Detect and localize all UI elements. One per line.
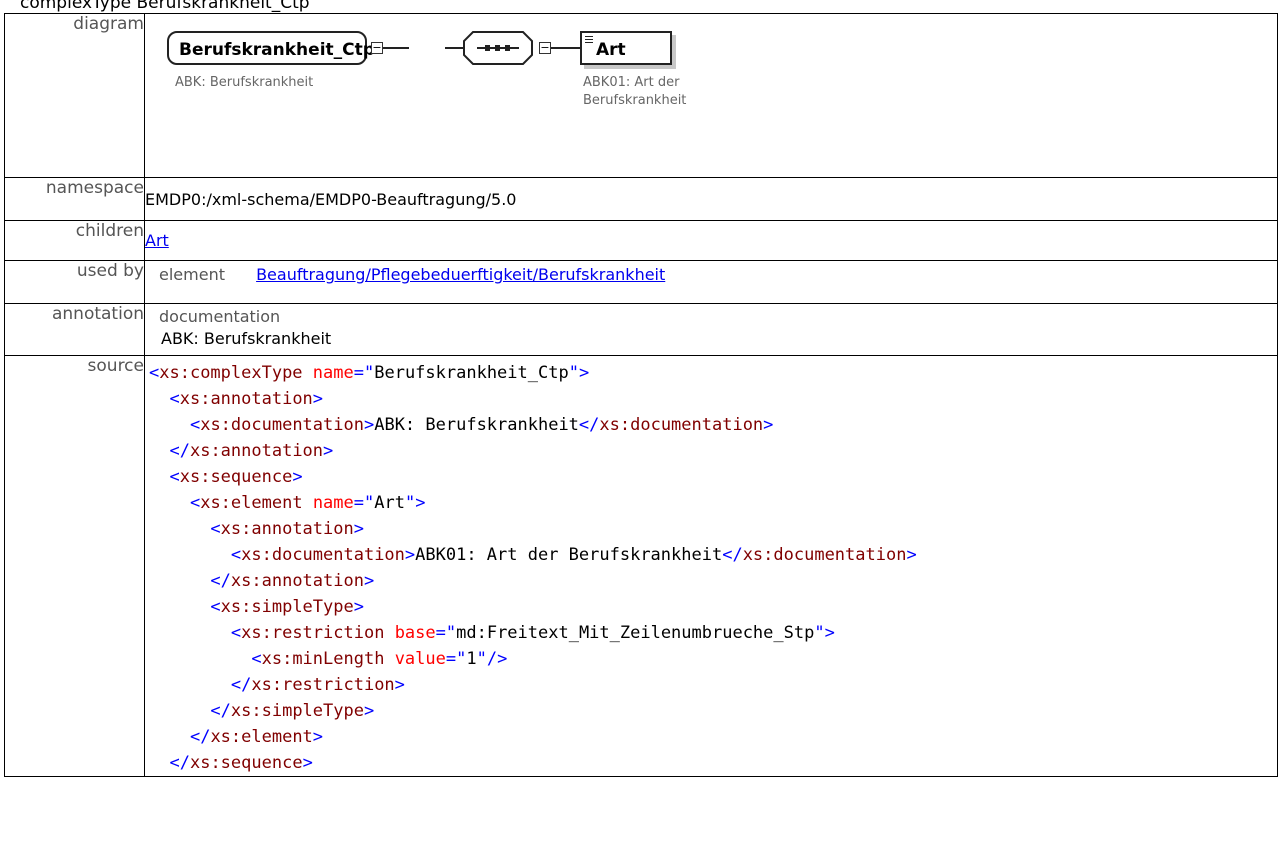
annotation-label: annotation <box>4 303 145 356</box>
children-cell: Art <box>144 220 1278 261</box>
connector-line <box>383 47 409 49</box>
child-link-art[interactable]: Art <box>145 231 169 250</box>
collapse-icon[interactable]: − <box>371 42 383 54</box>
child-caption: ABK01: Art der Berufskrankheit <box>583 74 686 110</box>
complex-type-node[interactable]: Berufskrankheit_Ctp <box>167 31 375 65</box>
annotation-text: ABK: Berufskrankheit <box>161 329 332 348</box>
namespace-label: namespace <box>4 177 145 221</box>
used-by-row: used by element Beauftragung/Pflegebedue… <box>4 260 1278 304</box>
schema-doc-table: diagram Berufskrankheit_Ctp − − Art ABK:… <box>4 13 1278 777</box>
diagram-row: diagram Berufskrankheit_Ctp − − Art ABK:… <box>4 13 1278 178</box>
collapse-icon[interactable]: − <box>539 42 551 54</box>
element-type-icon <box>585 36 593 45</box>
used-by-link[interactable]: Beauftragung/Pflegebeduerftigkeit/Berufs… <box>256 265 665 284</box>
connector-line <box>445 47 463 49</box>
connector-line <box>551 47 580 49</box>
sequence-icon <box>463 31 533 65</box>
source-line: </xs:restriction> <box>230 675 405 695</box>
used-by-kind: element <box>159 265 225 284</box>
annotation-row: annotation documentation ABK: Berufskran… <box>4 303 1278 356</box>
child-caption-line: Berufskrankheit <box>583 93 687 108</box>
source-line: <xs:annotation> <box>210 519 364 539</box>
diagram-label: diagram <box>4 13 145 178</box>
source-line: <xs:sequence> <box>169 467 303 487</box>
schema-diagram: Berufskrankheit_Ctp − − Art ABK: Berufsk… <box>145 14 1277 177</box>
children-label: children <box>4 220 145 261</box>
source-line: <xs:complexType name="Berufskrankheit_Ct… <box>149 363 590 383</box>
namespace-row: namespace EMDP0:/xml-schema/EMDP0-Beauft… <box>4 177 1278 221</box>
source-line: </xs:simpleType> <box>210 701 375 721</box>
source-line: </xs:annotation> <box>169 441 334 461</box>
used-by-label: used by <box>4 260 145 304</box>
source-line: <xs:minLength value="1"/> <box>251 649 508 669</box>
source-line: <xs:restriction base="md:Freitext_Mit_Ze… <box>230 623 835 643</box>
source-line: <xs:simpleType> <box>210 597 364 617</box>
used-by-cell: element Beauftragung/Pflegebeduerftigkei… <box>144 260 1278 304</box>
source-row: source <xs:complexType name="Berufskrank… <box>4 355 1278 777</box>
children-row: children Art <box>4 220 1278 261</box>
source-line: <xs:annotation> <box>169 389 324 409</box>
source-line: <xs:documentation>ABK01: Art der Berufsk… <box>230 545 917 565</box>
source-line: </xs:annotation> <box>210 571 375 591</box>
child-element-name: Art <box>596 40 626 60</box>
annotation-heading: documentation <box>159 307 281 326</box>
source-line: </xs:element> <box>189 727 324 747</box>
child-caption-line: ABK01: Art der <box>583 75 680 90</box>
namespace-value: EMDP0:/xml-schema/EMDP0-Beauftragung/5.0 <box>144 177 1278 221</box>
source-label: source <box>4 355 145 777</box>
source-line: <xs:documentation>ABK: Berufskrankheit</… <box>189 415 774 435</box>
source-line: </xs:sequence> <box>169 753 313 773</box>
source-code: <xs:complexType name="Berufskrankheit_Ct… <box>145 356 1277 776</box>
annotation-cell: documentation ABK: Berufskrankheit <box>144 303 1278 356</box>
source-cell: <xs:complexType name="Berufskrankheit_Ct… <box>144 355 1278 777</box>
diagram-cell: Berufskrankheit_Ctp − − Art ABK: Berufsk… <box>144 13 1278 178</box>
page-title: complexType Berufskrankheit_Ctp <box>20 0 310 13</box>
source-line: <xs:element name="Art"> <box>189 493 426 513</box>
child-element-node[interactable]: Art <box>580 31 672 65</box>
complex-type-caption: ABK: Berufskrankheit <box>175 75 314 90</box>
